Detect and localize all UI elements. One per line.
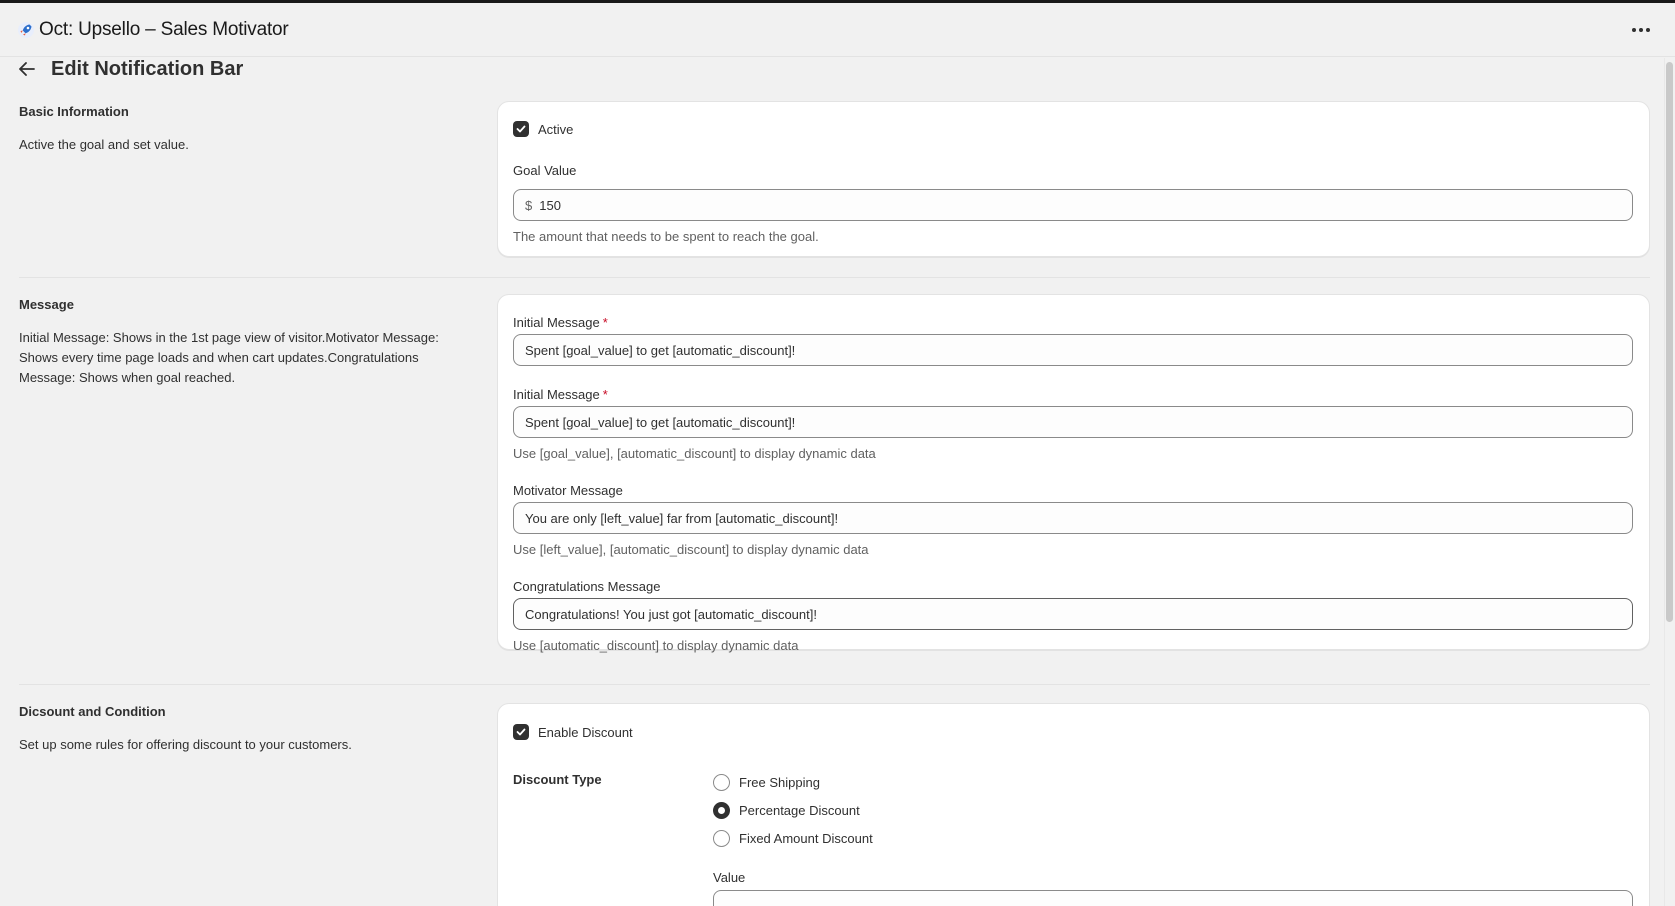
congratulations-message-input[interactable]: Congratulations! You just got [automatic… (513, 598, 1633, 630)
radio-free-shipping[interactable]: Free Shipping (713, 774, 820, 791)
page-content[interactable]: Edit Notification Bar Basic Information … (0, 58, 1675, 906)
initial-message-label-text: Initial Message (513, 315, 600, 330)
active-checkbox[interactable]: Active (513, 121, 573, 137)
page-title: Edit Notification Bar (51, 58, 244, 80)
initial-message-help: Use [goal_value], [automatic_discount] t… (513, 446, 876, 461)
initial-message-value: Spent [goal_value] to get [automatic_dis… (525, 342, 796, 358)
initial-message-label: Initial Message * (513, 315, 608, 330)
currency-prefix: $ (525, 197, 533, 213)
goal-value-text: 150 (539, 197, 561, 213)
radio-percentage-discount[interactable]: Percentage Discount (713, 802, 860, 819)
radio-selected-icon[interactable] (713, 802, 730, 819)
message-card: Initial Message * Spent [goal_value] to g… (497, 294, 1650, 653)
goal-value-label: Goal Value (513, 163, 577, 178)
required-marker: * (602, 315, 608, 330)
app-title: Oct: Upsello – Sales Motivator (39, 18, 289, 40)
initial-message-input[interactable]: Spent [goal_value] to get [automatic_dis… (513, 334, 1633, 366)
discount-value-label: Value (713, 870, 746, 885)
initial-message-label: Initial Message * (513, 387, 608, 402)
discount-value-input[interactable] (713, 890, 1633, 906)
app-titlebar: Oct: Upsello – Sales Motivator (0, 3, 1675, 57)
rocket-icon (17, 21, 35, 39)
message-description: Initial Message: Shows in the 1st page v… (19, 330, 439, 385)
initial-message-value: Spent [goal_value] to get [automatic_dis… (525, 414, 796, 430)
discount-type-label: Discount Type (513, 772, 602, 787)
basic-info-description: Active the goal and set value. (19, 137, 189, 152)
basic-info-title: Basic Information (19, 104, 129, 119)
discount-description: Set up some rules for offering discount … (19, 737, 352, 752)
radio-icon[interactable] (713, 830, 730, 847)
page-header: Edit Notification Bar (19, 58, 243, 86)
checkbox-checked-icon[interactable] (513, 724, 529, 740)
scrollbar[interactable] (1664, 58, 1675, 906)
active-label: Active (538, 121, 574, 137)
discount-card: Enable Discount Discount Type Free Shipp… (497, 703, 1650, 906)
goal-value-help: The amount that needs to be spent to rea… (513, 229, 819, 244)
congratulations-message-help: Use [automatic_discount] to display dyna… (513, 638, 799, 653)
discount-section-header: Dicsount and Condition Set up some rules… (19, 704, 469, 755)
motivator-message-help: Use [left_value], [automatic_discount] t… (513, 542, 869, 557)
congratulations-message-label: Congratulations Message (513, 579, 661, 594)
enable-discount-checkbox[interactable]: Enable Discount (513, 724, 633, 740)
section-divider (19, 277, 1650, 278)
checkbox-checked-icon[interactable] (513, 121, 529, 137)
required-marker: * (602, 387, 608, 402)
initial-message-input[interactable]: Spent [goal_value] to get [automatic_dis… (513, 406, 1633, 438)
radio-label: Percentage Discount (739, 803, 860, 818)
message-title: Message (19, 297, 74, 312)
basic-info-card: Active Goal Value $ 150 The amount that … (497, 101, 1650, 257)
more-horizontal-icon (1632, 28, 1636, 32)
radio-label: Free Shipping (739, 775, 820, 790)
initial-message-label-text: Initial Message (513, 387, 600, 402)
radio-fixed-amount-discount[interactable]: Fixed Amount Discount (713, 830, 873, 847)
basic-info-section-header: Basic Information Active the goal and se… (19, 104, 469, 155)
goal-value-input[interactable]: $ 150 (513, 189, 1633, 221)
enable-discount-label: Enable Discount (538, 724, 633, 740)
motivator-message-input[interactable]: You are only [left_value] far from [auto… (513, 502, 1633, 534)
radio-label: Fixed Amount Discount (739, 831, 873, 846)
motivator-message-label: Motivator Message (513, 483, 623, 498)
radio-icon[interactable] (713, 774, 730, 791)
more-actions-button[interactable] (1627, 18, 1655, 42)
discount-title: Dicsount and Condition (19, 704, 166, 719)
arrow-left-icon[interactable] (19, 59, 41, 79)
message-section-header: Message Initial Message: Shows in the 1s… (19, 297, 469, 388)
motivator-message-value: You are only [left_value] far from [auto… (525, 510, 839, 526)
section-divider (19, 684, 1650, 685)
scrollbar-thumb[interactable] (1666, 62, 1673, 622)
congratulations-message-value: Congratulations! You just got [automatic… (525, 606, 817, 622)
